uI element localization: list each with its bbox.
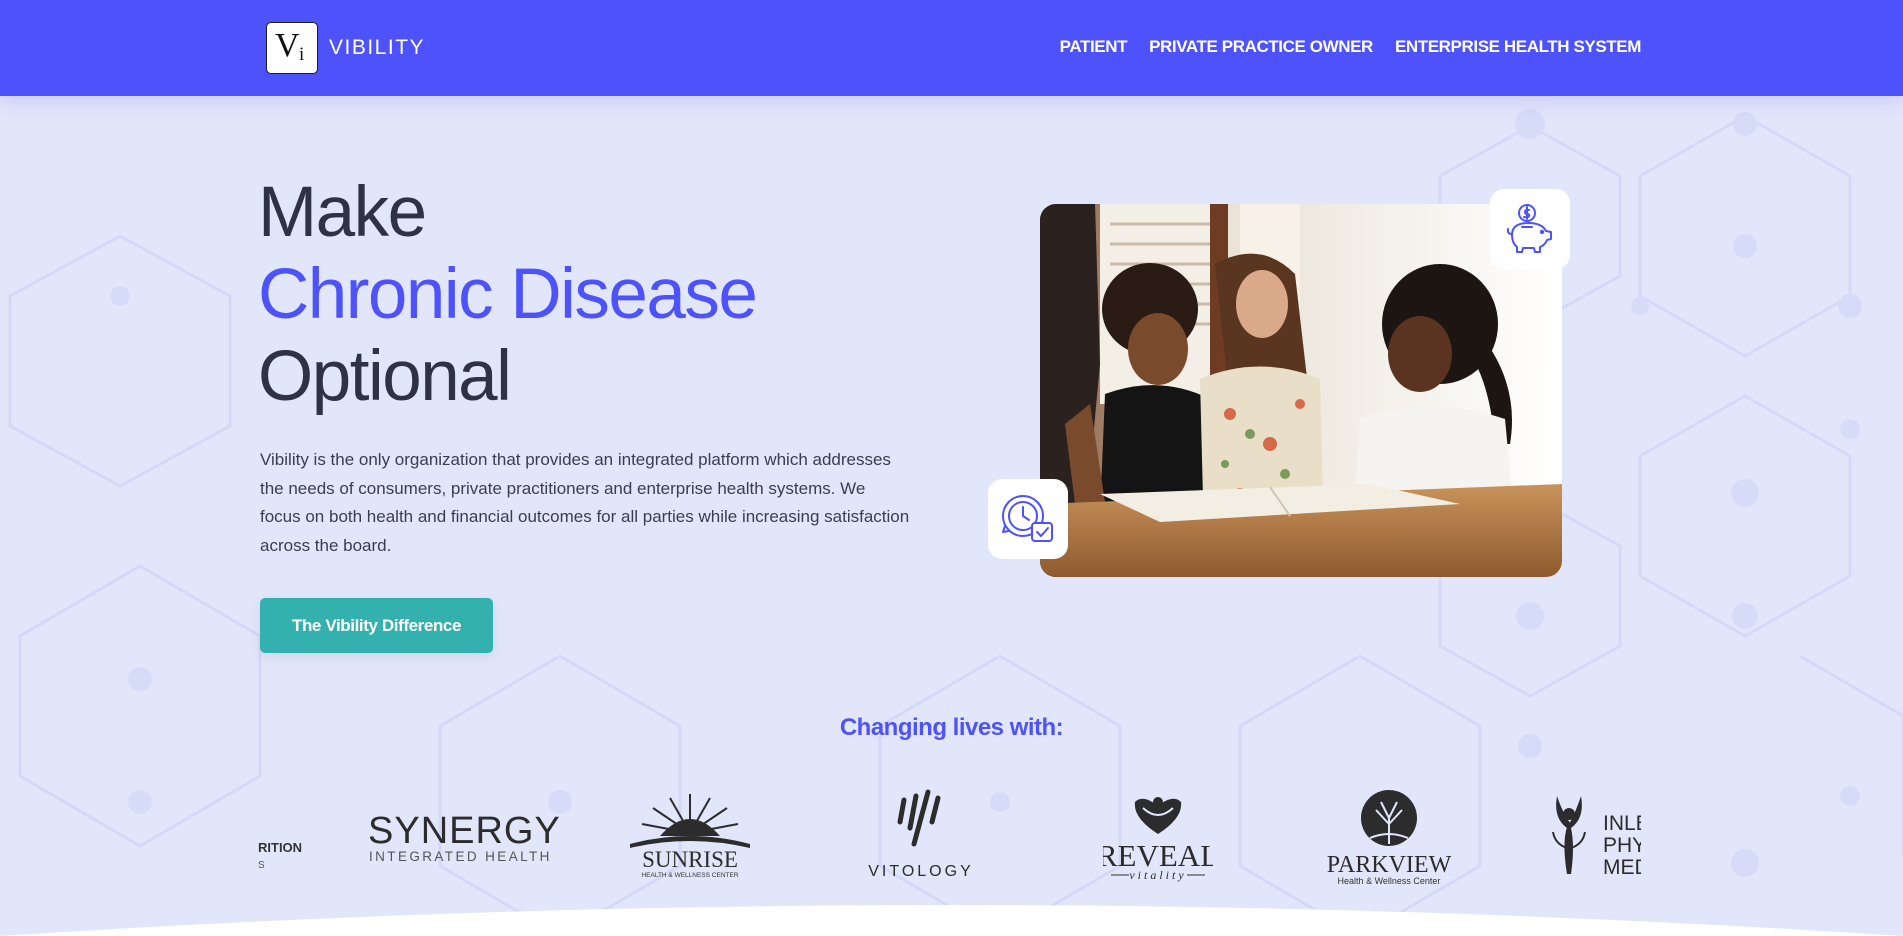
top-navigation-bar: V i VIBILITY PATIENT PRIVATE PRACTICE OW… — [0, 0, 1903, 96]
hero-title-line-2: Chronic Disease — [258, 255, 758, 334]
nav-patient[interactable]: PATIENT — [1060, 38, 1128, 55]
partner-logo-carousel: RITION S SYNERGY INTEGRATED HEALTH SUNRI… — [258, 788, 1641, 888]
partner-logo-sunrise: SUNRISE HEALTH & WELLNESS CENTER — [630, 794, 750, 879]
synergy-logo-title: SYNERGY — [368, 810, 561, 852]
vibility-difference-button[interactable]: The Vibility Difference — [260, 598, 493, 653]
nav-private-practice-owner[interactable]: PRIVATE PRACTICE OWNER — [1149, 38, 1373, 55]
partner-logo-parkview: PARKVIEW Health & Wellness Center — [1327, 790, 1452, 886]
partner-logo-synergy: SYNERGY INTEGRATED HEALTH — [368, 810, 561, 864]
clock-badge — [988, 479, 1068, 559]
brand-name[interactable]: VIBILITY — [329, 37, 425, 58]
synergy-logo-subtitle: INTEGRATED HEALTH — [369, 849, 552, 864]
inlet-logo-line-1: INLE — [1603, 812, 1641, 835]
sunrise-logo-subtitle: HEALTH & WELLNESS CENTER — [641, 872, 738, 879]
vibility-logo[interactable]: V i — [266, 22, 318, 74]
inlet-logo-line-3: MED — [1603, 856, 1641, 879]
section-divider-curve — [0, 905, 1903, 936]
partner-logo-inlet: INLE PHY MED — [1552, 796, 1641, 879]
hero-title-line-3: Optional — [258, 337, 512, 416]
logo-initial-i: i — [299, 44, 305, 65]
reveal-logo-subtitle: vitality — [1129, 868, 1186, 882]
partial-logo-line-1: RITION — [258, 840, 302, 855]
hero-title: Make Chronic Disease Optional — [258, 172, 758, 418]
partner-logo-reveal: REVEAL vitality — [1103, 797, 1213, 882]
logo-initial-v: V — [275, 27, 300, 64]
partners-heading: Changing lives with: — [839, 714, 1064, 741]
main-nav: PATIENT PRIVATE PRACTICE OWNER ENTERPRIS… — [1060, 38, 1642, 55]
parkview-logo-title: PARKVIEW — [1327, 852, 1452, 878]
hero-photo — [1040, 204, 1562, 577]
hero-description: Vibility is the only organization that p… — [260, 450, 910, 555]
piggy-bank-badge — [1490, 189, 1570, 269]
inlet-logo-line-2: PHY — [1603, 834, 1641, 857]
piggy-bank-icon — [1506, 204, 1552, 253]
sunrise-logo-title: SUNRISE — [642, 847, 738, 872]
partial-logo-line-2: S — [258, 860, 265, 871]
partner-logo-vitology: VITOLOGY — [868, 789, 974, 880]
vitology-logo-title: VITOLOGY — [868, 863, 974, 880]
clock-check-icon — [1002, 495, 1053, 542]
hero-title-line-1: Make — [258, 173, 427, 252]
parkview-logo-subtitle: Health & Wellness Center — [1338, 876, 1441, 886]
nav-enterprise-health-system[interactable]: ENTERPRISE HEALTH SYSTEM — [1395, 38, 1641, 55]
partner-logo-partial: RITION S — [258, 840, 302, 871]
